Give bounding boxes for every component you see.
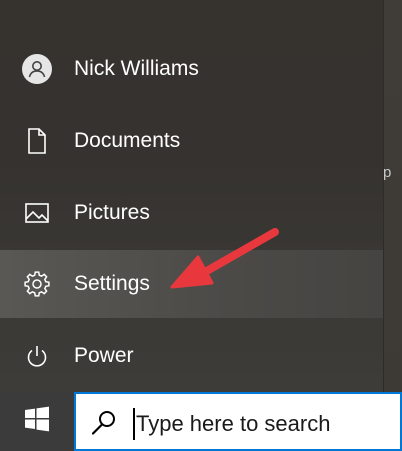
panel-divider	[383, 0, 384, 392]
search-icon	[90, 409, 118, 437]
taskbar: Type here to search	[0, 392, 402, 451]
start-menu-item-label: Nick Williams	[74, 57, 199, 80]
start-menu-item-documents[interactable]: Documents	[0, 107, 383, 175]
start-menu-item-label: Pictures	[74, 201, 150, 224]
avatar	[22, 54, 52, 84]
pictures-icon	[22, 198, 52, 228]
start-menu-item-label: Power	[74, 344, 134, 367]
user-avatar-icon	[22, 54, 52, 84]
start-menu-item-label: Settings	[74, 272, 150, 295]
start-menu-item-power[interactable]: Power	[0, 322, 383, 390]
start-menu-item-settings[interactable]: Settings	[0, 250, 383, 318]
start-menu-item-label: Documents	[74, 129, 181, 152]
start-menu-item-user[interactable]: Nick Williams	[0, 35, 383, 103]
power-icon	[22, 341, 52, 371]
search-box[interactable]: Type here to search	[74, 392, 402, 451]
search-input[interactable]: Type here to search	[136, 411, 330, 437]
start-button[interactable]	[0, 392, 74, 451]
start-menu: Nick Williams Documents Pictures Setting…	[0, 0, 383, 392]
partial-app-label: p A	[383, 164, 391, 181]
background-app-panel: p A	[383, 0, 402, 392]
document-icon	[22, 126, 52, 156]
windows-logo-icon	[24, 406, 50, 437]
text-cursor	[133, 408, 135, 440]
gear-icon	[22, 269, 52, 299]
start-menu-item-pictures[interactable]: Pictures	[0, 179, 383, 247]
